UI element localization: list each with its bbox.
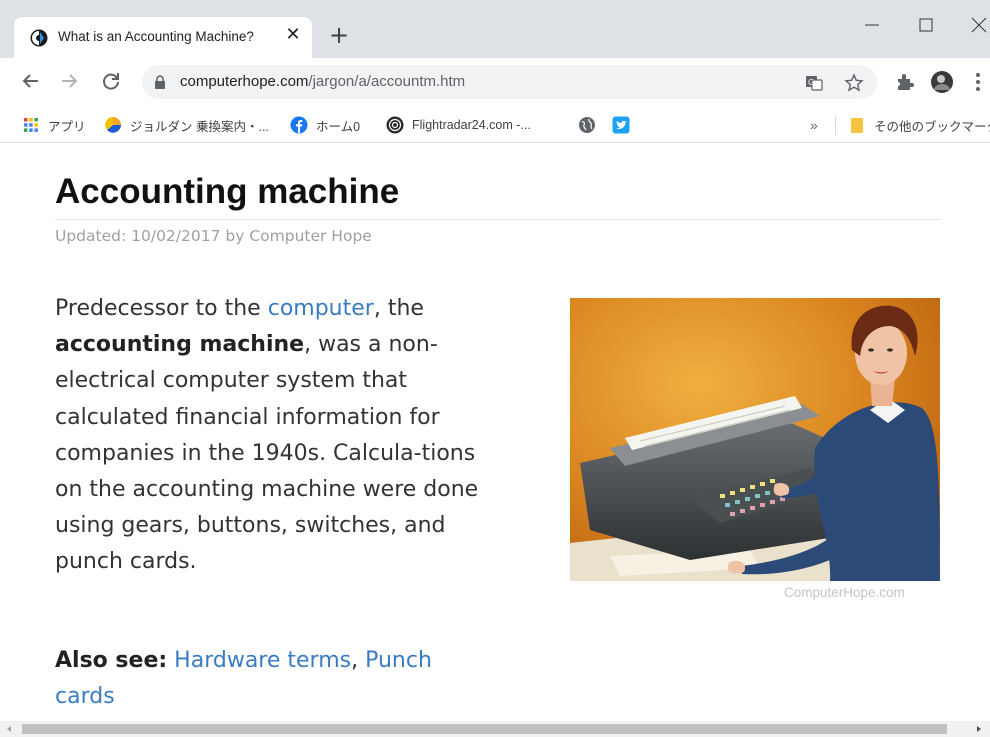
also-see-separator: , <box>351 648 366 673</box>
profile-avatar[interactable] <box>930 70 954 94</box>
bookmarks-divider <box>835 115 836 135</box>
translate-icon[interactable]: G <box>804 73 824 93</box>
page-content: Accounting machine Updated: 10/02/2017 b… <box>0 143 990 721</box>
bookmark-label: アプリ <box>48 119 86 134</box>
updated-line: Updated: 10/02/2017 by Computer Hope <box>55 227 372 245</box>
bookmark-label: ジョルダン 乗換案内・... <box>130 119 269 134</box>
facebook-icon <box>290 116 308 134</box>
flightradar-icon <box>386 116 404 134</box>
bookmark-jorudan[interactable]: ジョルダン 乗換案内・... <box>104 115 269 135</box>
accounting-machine-photo <box>570 298 940 581</box>
lock-icon[interactable] <box>152 74 168 90</box>
hardware-terms-link[interactable]: Hardware terms <box>174 648 351 673</box>
bookmarks-overflow-button[interactable]: » <box>810 115 818 135</box>
para-text: Predecessor to the <box>55 296 268 321</box>
minimize-icon[interactable] <box>852 10 892 40</box>
bookmark-star-icon[interactable] <box>844 73 864 93</box>
bookmark-flightradar[interactable]: Flightradar24.com -... <box>386 115 531 135</box>
computer-link[interactable]: computer <box>268 296 374 321</box>
other-bookmarks-folder[interactable]: その他のブックマーク <box>848 115 990 135</box>
bold-term: accounting machine <box>55 332 305 358</box>
globe-icon <box>579 117 595 133</box>
para-text: , the <box>373 296 424 321</box>
image-caption: ComputerHope.com <box>784 585 905 600</box>
bookmark-label: Flightradar24.com -... <box>412 118 531 132</box>
apps-grid-icon <box>24 118 38 132</box>
horizontal-scrollbar[interactable] <box>0 721 990 737</box>
bookmarks-bar: アプリ ジョルダン 乗換案内・... ホーム0 Flightradar24.co… <box>0 106 990 143</box>
new-tab-button[interactable]: + <box>327 23 351 48</box>
tab-close-icon[interactable]: ✕ <box>282 24 304 46</box>
forward-icon[interactable] <box>56 68 82 94</box>
extensions-icon[interactable] <box>893 70 917 94</box>
browser-toolbar: computerhope.com/jargon/a/accountm.htm G <box>0 58 990 106</box>
para-text: , was a non-electrical computer system t… <box>55 332 479 575</box>
scrollbar-thumb[interactable] <box>22 724 947 734</box>
scroll-right-arrow-icon[interactable] <box>970 721 988 737</box>
url-path: /jargon/a/accountm.htm <box>308 73 466 90</box>
bookmark-apps[interactable]: アプリ <box>22 115 86 135</box>
reload-icon[interactable] <box>98 68 124 94</box>
folder-icon <box>851 118 863 133</box>
bookmark-globe[interactable] <box>578 115 604 135</box>
menu-icon[interactable] <box>966 70 990 94</box>
tab-title: What is an Accounting Machine? <box>58 29 254 44</box>
url-host: computerhope.com <box>180 73 309 90</box>
page-title: Accounting machine <box>55 172 400 211</box>
address-bar[interactable]: computerhope.com/jargon/a/accountm.htm G <box>142 65 877 99</box>
scroll-left-arrow-icon[interactable] <box>0 721 18 737</box>
svg-text:G: G <box>808 78 814 87</box>
title-divider <box>55 219 940 220</box>
maximize-icon[interactable] <box>906 10 946 40</box>
bookmark-twitter[interactable] <box>612 115 638 135</box>
also-see-label: Also see: <box>55 648 168 673</box>
other-bookmarks-label: その他のブックマーク <box>874 119 990 134</box>
url-text[interactable]: computerhope.com/jargon/a/accountm.htm <box>180 73 465 90</box>
bookmark-label: ホーム0 <box>316 119 361 134</box>
back-icon[interactable] <box>18 68 44 94</box>
bookmark-facebook[interactable]: ホーム0 <box>290 115 360 135</box>
close-window-icon[interactable] <box>960 10 990 40</box>
computerhope-favicon-icon <box>30 29 48 47</box>
also-see: Also see: Hardware terms, Punch cards <box>55 643 475 715</box>
definition-paragraph: Predecessor to the computer, the account… <box>55 291 495 581</box>
twitter-icon <box>612 116 630 134</box>
tab-strip: What is an Accounting Machine? ✕ + <box>0 0 990 58</box>
browser-tab[interactable]: What is an Accounting Machine? ✕ <box>14 17 312 58</box>
jorudan-icon <box>105 117 121 133</box>
